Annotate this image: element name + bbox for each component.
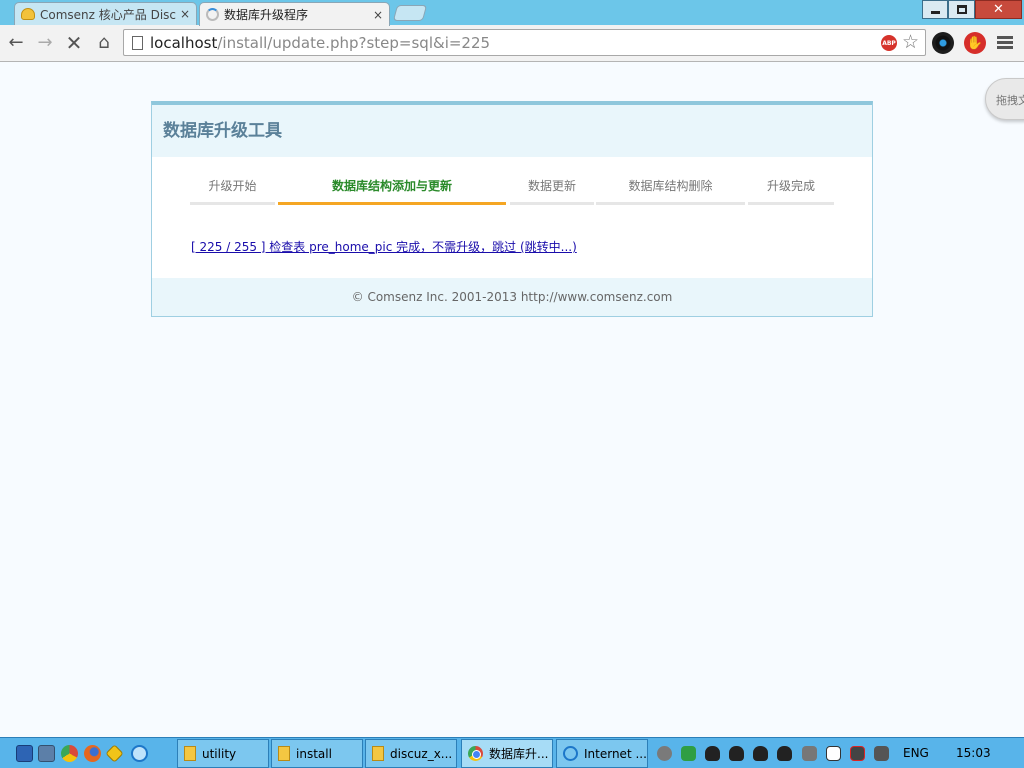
home-icon[interactable]: ⌂ — [94, 33, 114, 53]
step-upgrade-complete: 升级完成 — [748, 177, 834, 205]
address-bar[interactable]: localhost/install/update.php?step=sql&i=… — [123, 29, 926, 56]
taskbar-item-chrome[interactable]: 数据库升... — [461, 739, 553, 768]
panel-header: 数据库升级工具 — [152, 105, 872, 157]
tab-title: 数据库升级程序 — [224, 8, 309, 22]
forward-arrow-icon[interactable]: → — [35, 33, 55, 53]
chrome-icon — [468, 746, 483, 761]
upgrade-panel: 数据库升级工具 升级开始 数据库结构添加与更新 数据更新 数据库结构删除 升级完… — [151, 101, 873, 317]
ie-icon — [563, 746, 578, 761]
restore-icon — [956, 5, 967, 14]
url-text[interactable]: localhost/install/update.php?step=sql&i=… — [150, 34, 490, 52]
page-icon — [132, 36, 143, 50]
firefox-launcher-icon[interactable] — [84, 745, 101, 762]
volume-icon[interactable] — [874, 746, 889, 761]
comsenz-favicon-icon — [21, 8, 35, 20]
back-arrow-icon[interactable]: ← — [6, 33, 26, 53]
windows-taskbar: utility install discuz_x... 数据库升... Inte… — [0, 737, 1024, 768]
minimize-button[interactable] — [922, 0, 948, 19]
loading-spinner-icon — [206, 8, 219, 21]
bookmark-star-icon[interactable]: ☆ — [902, 31, 919, 53]
taskbar-item-label: install — [296, 746, 332, 761]
taskbar-item-internet[interactable]: Internet ... — [556, 739, 648, 768]
taskbar-item-utility[interactable]: utility — [177, 739, 269, 768]
step-upgrade-start: 升级开始 — [190, 177, 275, 205]
step-indicator: 升级开始 数据库结构添加与更新 数据更新 数据库结构删除 升级完成 — [190, 177, 835, 207]
network-tray-icon[interactable] — [657, 746, 672, 761]
new-tab-button[interactable] — [392, 5, 428, 21]
folder-icon — [278, 746, 290, 761]
panel-footer: © Comsenz Inc. 2001-2013 http://www.coms… — [152, 278, 872, 316]
qq-penguin-icon[interactable] — [705, 746, 720, 761]
tab-close-icon[interactable]: × — [373, 8, 383, 22]
url-path: /install/update.php?step=sql&i=225 — [217, 34, 491, 52]
language-indicator[interactable]: ENG — [903, 746, 929, 760]
close-window-button[interactable]: ✕ — [975, 0, 1022, 19]
folder-icon — [372, 746, 384, 761]
browser-titlebar: Comsenz 核心产品 Discuz × 数据库升级程序 × ✕ — [0, 0, 1024, 26]
add-tray-icon[interactable] — [681, 746, 696, 761]
computer-icon[interactable] — [38, 745, 55, 762]
chrome-launcher-icon[interactable] — [61, 745, 78, 762]
taskbar-item-label: utility — [202, 746, 237, 761]
menu-icon[interactable] — [997, 36, 1013, 51]
tab-title: Comsenz 核心产品 Discuz — [40, 7, 176, 22]
tab-close-icon[interactable]: × — [180, 7, 190, 21]
browser-toolbar: ← → ✕ ⌂ localhost/install/update.php?ste… — [0, 25, 1024, 62]
drag-translate-bubble[interactable]: 拖拽文 — [985, 78, 1024, 120]
folder-icon — [184, 746, 196, 761]
panel-title: 数据库升级工具 — [163, 121, 282, 141]
qq-penguin-icon[interactable] — [729, 746, 744, 761]
camera-extension-icon[interactable] — [932, 32, 954, 54]
taskbar-item-discuz[interactable]: discuz_x... — [365, 739, 457, 768]
tab-comsenz[interactable]: Comsenz 核心产品 Discuz × — [14, 2, 197, 25]
qq-penguin-icon[interactable] — [777, 746, 792, 761]
show-desktop-icon[interactable] — [16, 745, 33, 762]
drag-bubble-text: 拖拽文 — [996, 94, 1024, 107]
qq-penguin-icon[interactable] — [753, 746, 768, 761]
taskbar-item-label: discuz_x... — [390, 746, 453, 761]
stop-loading-icon[interactable]: ✕ — [64, 33, 84, 53]
ie-extension-launcher-icon[interactable] — [105, 744, 124, 763]
network-disconnected-icon[interactable] — [850, 746, 865, 761]
flag-tray-icon[interactable] — [826, 746, 841, 761]
step-db-structure-add-update: 数据库结构添加与更新 — [278, 177, 506, 205]
maximize-button[interactable] — [948, 0, 975, 19]
tab-db-upgrade[interactable]: 数据库升级程序 × — [199, 2, 390, 26]
page-viewport: 拖拽文 数据库升级工具 升级开始 数据库结构添加与更新 数据更新 数据库结构删除… — [0, 62, 1024, 737]
step-data-update: 数据更新 — [510, 177, 594, 205]
stop-extension-icon[interactable]: ✋ — [964, 32, 986, 54]
progress-message-link[interactable]: [ 225 / 255 ] 检查表 pre_home_pic 完成，不需升级，跳… — [191, 238, 577, 255]
taskbar-item-install[interactable]: install — [271, 739, 363, 768]
adblock-icon[interactable]: ABP — [881, 35, 897, 51]
taskbar-item-label: 数据库升... — [489, 747, 549, 761]
minimize-icon — [930, 11, 940, 14]
taskbar-item-label: Internet ... — [584, 746, 647, 761]
step-db-structure-delete: 数据库结构删除 — [596, 177, 745, 205]
url-host: localhost — [150, 34, 218, 52]
ie-launcher-icon[interactable] — [131, 745, 148, 762]
taskbar-clock[interactable]: 15:03 — [956, 746, 991, 760]
usb-tray-icon[interactable] — [802, 746, 817, 761]
